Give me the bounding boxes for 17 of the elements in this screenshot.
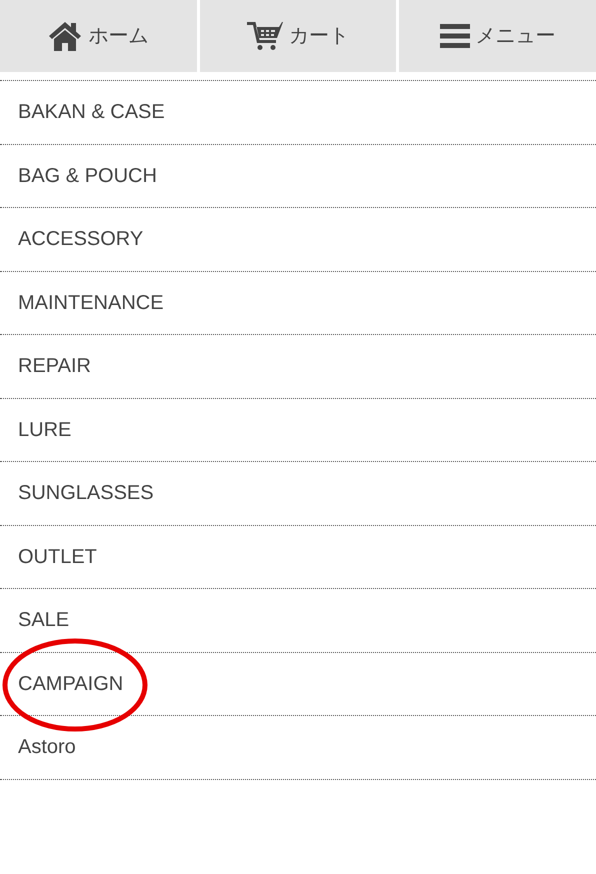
- menu-icon: [440, 24, 470, 48]
- menu-item[interactable]: OUTLET: [18, 542, 97, 572]
- menu-item[interactable]: ACCESSORY: [18, 224, 144, 254]
- menu-item[interactable]: SALE: [18, 605, 70, 636]
- menu-item[interactable]: Astoro: [18, 732, 76, 762]
- home-button[interactable]: ホーム: [0, 0, 197, 72]
- menu-button[interactable]: メニュー: [399, 0, 596, 72]
- cart-icon: [246, 21, 283, 51]
- menu-item[interactable]: CAMPAIGN: [18, 668, 124, 699]
- menu-item[interactable]: REPAIR: [18, 351, 91, 382]
- menu-item[interactable]: BAG & POUCH: [18, 160, 157, 191]
- menu-item[interactable]: SUNGLASSES: [18, 478, 154, 508]
- menu-item[interactable]: BAKAN & CASE: [18, 97, 165, 128]
- menu-item[interactable]: LURE: [18, 414, 72, 445]
- home-icon: [48, 20, 82, 52]
- menu-item[interactable]: MAINTENANCE: [18, 288, 164, 318]
- cart-button[interactable]: カート: [200, 0, 396, 72]
